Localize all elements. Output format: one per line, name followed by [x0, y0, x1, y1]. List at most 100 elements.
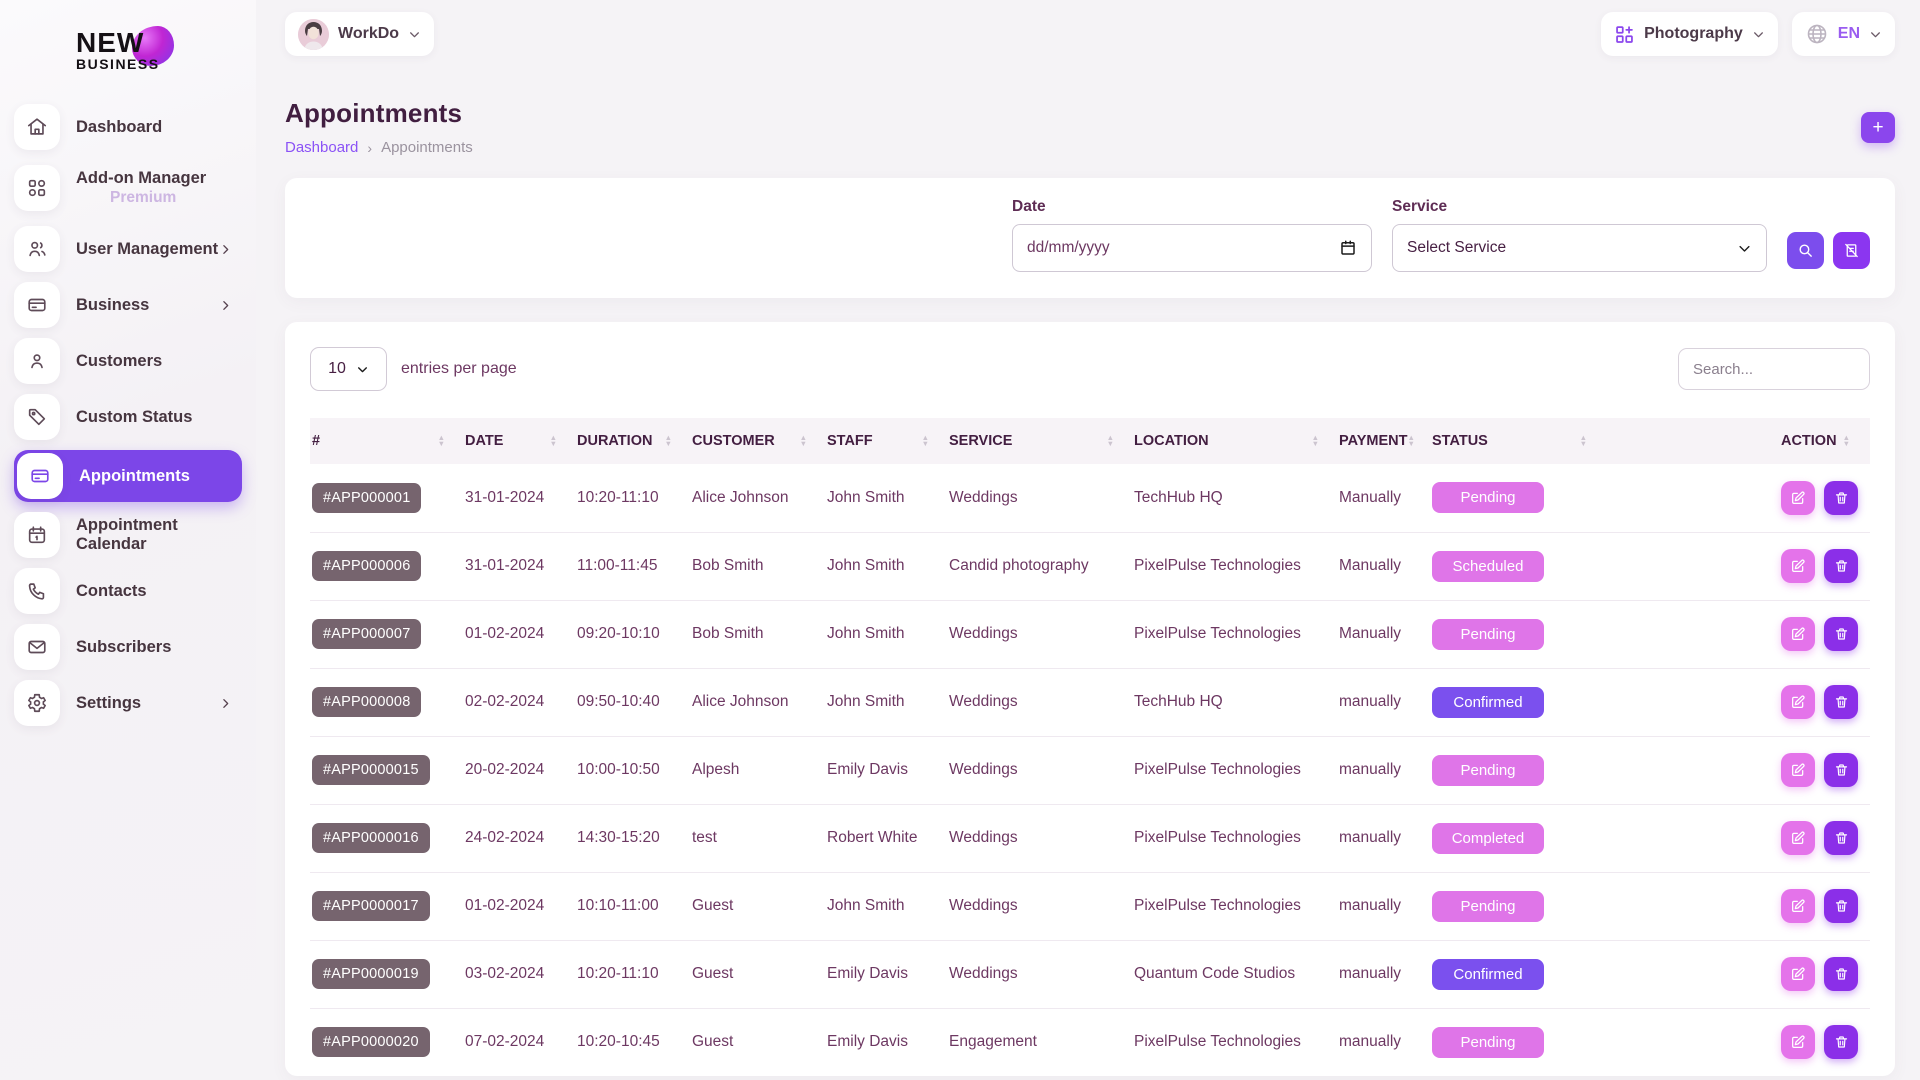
cell-staff: John Smith	[827, 872, 949, 940]
column-header-action[interactable]: ACTION▲▼	[1607, 418, 1870, 464]
cell-customer: Guest	[692, 1008, 827, 1076]
delete-appointment-button[interactable]	[1824, 481, 1858, 515]
appointment-id-badge: #APP000006	[312, 551, 421, 581]
cell-customer: Alice Johnson	[692, 668, 827, 736]
edit-appointment-button[interactable]	[1781, 685, 1815, 719]
appointment-id-badge: #APP0000017	[312, 891, 430, 921]
sidebar-item-subscribers[interactable]: Subscribers	[14, 624, 242, 670]
cell-service: Weddings	[949, 736, 1134, 804]
language-switcher[interactable]: EN	[1792, 12, 1895, 56]
column-header-duration[interactable]: DURATION▲▼	[577, 418, 692, 464]
add-appointment-button[interactable]: +	[1861, 112, 1895, 143]
cell-staff: Emily Davis	[827, 736, 949, 804]
trash-icon	[1834, 898, 1849, 914]
sort-icon: ▲▼	[922, 435, 929, 447]
delete-appointment-button[interactable]	[1824, 889, 1858, 923]
cell-duration: 10:20-11:10	[577, 940, 692, 1008]
sidebar-item-dashboard[interactable]: Dashboard	[14, 104, 242, 150]
sidebar-item-custom-status[interactable]: Custom Status	[14, 394, 242, 440]
table-header-row: #▲▼ DATE▲▼ DURATION▲▼ CUSTOMER▲▼ STAFF▲▼…	[310, 418, 1870, 464]
delete-appointment-button[interactable]	[1824, 753, 1858, 787]
table-row: #APP000006 31-01-2024 11:00-11:45 Bob Sm…	[310, 532, 1870, 600]
delete-appointment-button[interactable]	[1824, 685, 1858, 719]
sort-icon: ▲▼	[1580, 435, 1587, 447]
table-row: #APP000008 02-02-2024 09:50-10:40 Alice …	[310, 668, 1870, 736]
workspace-switcher[interactable]: Photography	[1601, 12, 1778, 56]
column-header-staff[interactable]: STAFF▲▼	[827, 418, 949, 464]
trash-icon	[1834, 1034, 1849, 1050]
column-header-status[interactable]: STATUS▲▼	[1432, 418, 1607, 464]
cell-payment: manually	[1339, 804, 1432, 872]
edit-appointment-button[interactable]	[1781, 549, 1815, 583]
gear-icon	[14, 680, 60, 726]
entries-per-page-select[interactable]: 10	[310, 347, 387, 391]
column-header-date[interactable]: DATE▲▼	[465, 418, 577, 464]
sidebar-item-customers[interactable]: Customers	[14, 338, 242, 384]
cell-service: Weddings	[949, 668, 1134, 736]
breadcrumb-dashboard-link[interactable]: Dashboard	[285, 139, 358, 156]
trash-icon	[1834, 490, 1849, 506]
sidebar-item-settings[interactable]: Settings	[14, 680, 242, 726]
sidebar-item-label: Custom Status	[76, 408, 242, 427]
delete-appointment-button[interactable]	[1824, 821, 1858, 855]
edit-pencil-icon	[1790, 966, 1806, 982]
column-header-service[interactable]: SERVICE▲▼	[949, 418, 1134, 464]
apply-filter-button[interactable]	[1787, 232, 1824, 269]
cell-customer: Bob Smith	[692, 532, 827, 600]
table-row: #APP000007 01-02-2024 09:20-10:10 Bob Sm…	[310, 600, 1870, 668]
sidebar-item-label: Business	[76, 296, 219, 315]
appointment-id-badge: #APP0000019	[312, 959, 430, 989]
user-menu[interactable]: WorkDo	[285, 12, 434, 56]
sidebar-item-business[interactable]: Business	[14, 282, 242, 328]
delete-appointment-button[interactable]	[1824, 549, 1858, 583]
cell-staff: Robert White	[827, 804, 949, 872]
edit-appointment-button[interactable]	[1781, 753, 1815, 787]
cell-staff: Emily Davis	[827, 940, 949, 1008]
trash-icon	[1834, 830, 1849, 846]
cell-location: TechHub HQ	[1134, 668, 1339, 736]
appointment-id-badge: #APP0000020	[312, 1027, 430, 1057]
breadcrumb-current: Appointments	[381, 139, 473, 156]
cell-staff: John Smith	[827, 532, 949, 600]
column-header-id[interactable]: #▲▼	[310, 418, 465, 464]
delete-appointment-button[interactable]	[1824, 1025, 1858, 1059]
edit-appointment-button[interactable]	[1781, 889, 1815, 923]
sidebar-item-addon-manager[interactable]: Add-on Manager Premium	[14, 160, 242, 216]
sidebar-item-user-management[interactable]: User Management	[14, 226, 242, 272]
edit-appointment-button[interactable]	[1781, 1025, 1815, 1059]
cell-staff: John Smith	[827, 600, 949, 668]
column-header-location[interactable]: LOCATION▲▼	[1134, 418, 1339, 464]
credit-card-icon	[14, 282, 60, 328]
column-header-customer[interactable]: CUSTOMER▲▼	[692, 418, 827, 464]
edit-appointment-button[interactable]	[1781, 957, 1815, 991]
chevron-right-icon	[219, 697, 232, 710]
reset-filter-button[interactable]	[1833, 232, 1870, 269]
status-badge: Pending	[1432, 482, 1544, 513]
service-filter-select[interactable]: Select Service	[1392, 224, 1767, 272]
column-header-payment[interactable]: PAYMENT▲▼	[1339, 418, 1432, 464]
table-search-input[interactable]	[1678, 348, 1870, 390]
breadcrumb: Dashboard › Appointments	[285, 139, 473, 156]
sidebar-item-appointments[interactable]: Appointments	[14, 450, 242, 502]
cell-payment: Manually	[1339, 532, 1432, 600]
status-badge: Pending	[1432, 755, 1544, 786]
sidebar-item-appointment-calendar[interactable]: Appointment Calendar	[14, 512, 242, 558]
delete-appointment-button[interactable]	[1824, 957, 1858, 991]
table-row: #APP0000015 20-02-2024 10:00-10:50 Alpes…	[310, 736, 1870, 804]
cell-duration: 10:20-11:10	[577, 464, 692, 532]
edit-appointment-button[interactable]	[1781, 617, 1815, 651]
cell-service: Weddings	[949, 940, 1134, 1008]
delete-appointment-button[interactable]	[1824, 617, 1858, 651]
edit-pencil-icon	[1790, 490, 1806, 506]
table-row: #APP0000017 01-02-2024 10:10-11:00 Guest…	[310, 872, 1870, 940]
cell-location: PixelPulse Technologies	[1134, 600, 1339, 668]
date-filter-input[interactable]: dd/mm/yyyy	[1012, 224, 1372, 272]
edit-appointment-button[interactable]	[1781, 821, 1815, 855]
sidebar-item-contacts[interactable]: Contacts	[14, 568, 242, 614]
cell-service: Weddings	[949, 464, 1134, 532]
trash-icon	[1834, 558, 1849, 574]
edit-appointment-button[interactable]	[1781, 481, 1815, 515]
service-filter-value: Select Service	[1407, 239, 1506, 257]
cell-service: Candid photography	[949, 532, 1134, 600]
appointment-id-badge: #APP000007	[312, 619, 421, 649]
